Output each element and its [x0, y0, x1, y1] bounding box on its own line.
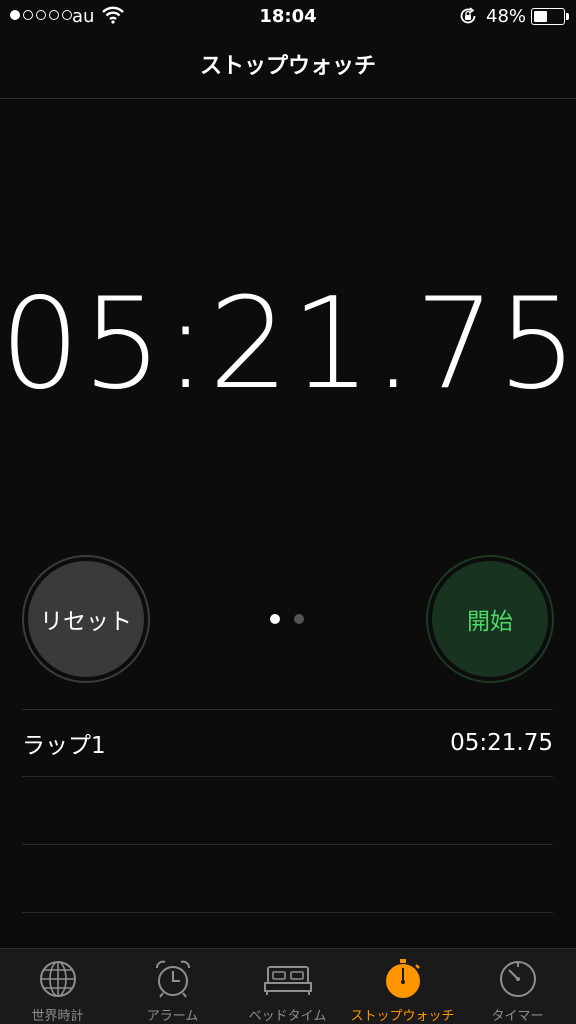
reset-button[interactable]: リセット: [22, 555, 150, 683]
tab-label: アラーム: [146, 1009, 199, 1024]
tab-label: 世界時計: [31, 1009, 84, 1024]
lap-divider: [22, 912, 553, 913]
battery-fill: [534, 11, 548, 22]
stopwatch-time-display: 05:21.75: [0, 270, 576, 417]
tab-alarm[interactable]: アラーム: [115, 949, 230, 1024]
tab-bar: 世界時計 アラーム ベッドタイム ストップウォッチ タイマー: [0, 948, 576, 1024]
battery-percent: 48%: [486, 6, 527, 27]
lap-divider: [22, 844, 553, 845]
battery-tip: [566, 13, 569, 20]
start-button-label: 開始: [432, 561, 548, 677]
tab-world-clock[interactable]: 世界時計: [0, 949, 115, 1024]
battery-icon: [531, 8, 565, 25]
page-dot-active: [270, 614, 280, 624]
page-title: ストップウォッチ: [199, 54, 376, 79]
alarm-clock-icon: [155, 960, 190, 998]
status-bar: au 18:04 48%: [0, 0, 576, 34]
lap-time: 05:21.75: [450, 730, 553, 756]
tab-bedtime[interactable]: ベッドタイム: [230, 949, 345, 1024]
timer-icon: [499, 961, 536, 997]
nav-divider: [0, 98, 576, 99]
start-button[interactable]: 開始: [426, 555, 554, 683]
tab-stopwatch[interactable]: ストップウォッチ: [345, 949, 460, 1024]
lap-divider: [22, 776, 553, 777]
bed-icon: [263, 966, 312, 995]
reset-button-label: リセット: [28, 561, 144, 677]
tab-timer[interactable]: タイマー: [460, 949, 575, 1024]
lap-label: ラップ1: [22, 733, 106, 759]
tab-label: タイマー: [491, 1009, 544, 1024]
stopwatch-icon: [385, 959, 420, 998]
lap-row: ラップ1 05:21.75: [22, 710, 553, 776]
rotation-lock-icon: [460, 7, 476, 24]
page-dot-inactive: [294, 614, 304, 624]
globe-icon: [39, 961, 76, 997]
tab-label: ストップウォッチ: [350, 1009, 455, 1024]
page-indicator[interactable]: [270, 614, 304, 624]
tab-label: ベッドタイム: [248, 1009, 327, 1024]
